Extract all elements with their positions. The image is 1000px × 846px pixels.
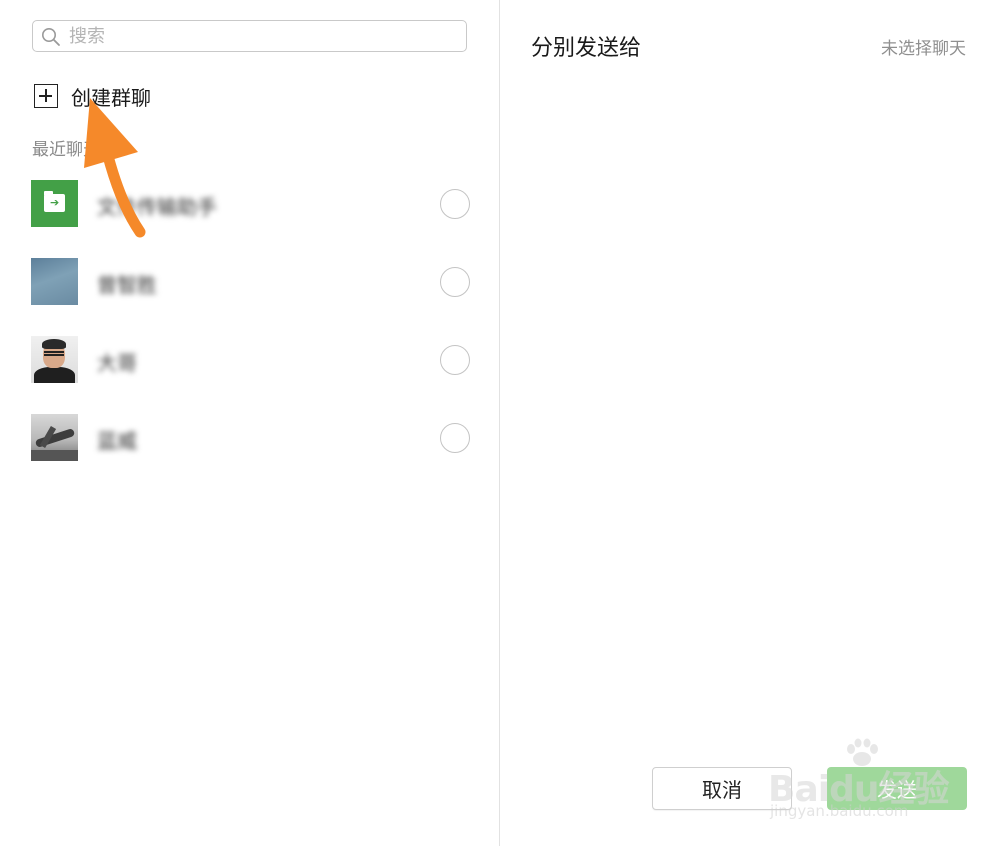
chat-item[interactable]: 蓝威 bbox=[0, 399, 500, 477]
chat-name: 曾智胜 bbox=[97, 273, 157, 297]
recent-chat-list: ➔ 文件传输助手 曾智胜 大哥 蓝威 bbox=[0, 165, 500, 477]
cancel-button[interactable]: 取消 bbox=[652, 767, 792, 810]
aircraft-photo-avatar bbox=[31, 414, 78, 461]
select-radio[interactable] bbox=[440, 423, 470, 453]
chat-select-pane: 搜索 创建群聊 最近聊天 ➔ 文件传输助手 曾智胜 大哥 蓝威 bbox=[0, 0, 500, 846]
chat-name: 文件传输助手 bbox=[97, 195, 217, 219]
sky-photo-avatar bbox=[31, 258, 78, 305]
send-button[interactable]: 发送 bbox=[827, 767, 967, 810]
plus-square-icon bbox=[34, 84, 58, 108]
chat-item[interactable]: ➔ 文件传输助手 bbox=[0, 165, 500, 243]
search-icon bbox=[42, 28, 60, 46]
create-group-label: 创建群聊 bbox=[71, 85, 151, 110]
search-placeholder: 搜索 bbox=[69, 26, 105, 47]
selection-status: 未选择聊天 bbox=[881, 39, 966, 59]
search-input[interactable]: 搜索 bbox=[32, 20, 467, 52]
select-radio[interactable] bbox=[440, 189, 470, 219]
select-radio[interactable] bbox=[440, 267, 470, 297]
selected-chats-pane bbox=[500, 0, 1000, 846]
create-group-button[interactable]: 创建群聊 bbox=[34, 82, 151, 110]
file-transfer-avatar: ➔ bbox=[31, 180, 78, 227]
chat-name: 蓝威 bbox=[97, 429, 137, 453]
person-photo-avatar bbox=[31, 336, 78, 383]
chat-name: 大哥 bbox=[97, 351, 137, 375]
chat-item[interactable]: 大哥 bbox=[0, 321, 500, 399]
select-radio[interactable] bbox=[440, 345, 470, 375]
send-to-title: 分别发送给 bbox=[531, 36, 642, 61]
recent-chats-heading: 最近聊天 bbox=[32, 140, 100, 160]
chat-item[interactable]: 曾智胜 bbox=[0, 243, 500, 321]
